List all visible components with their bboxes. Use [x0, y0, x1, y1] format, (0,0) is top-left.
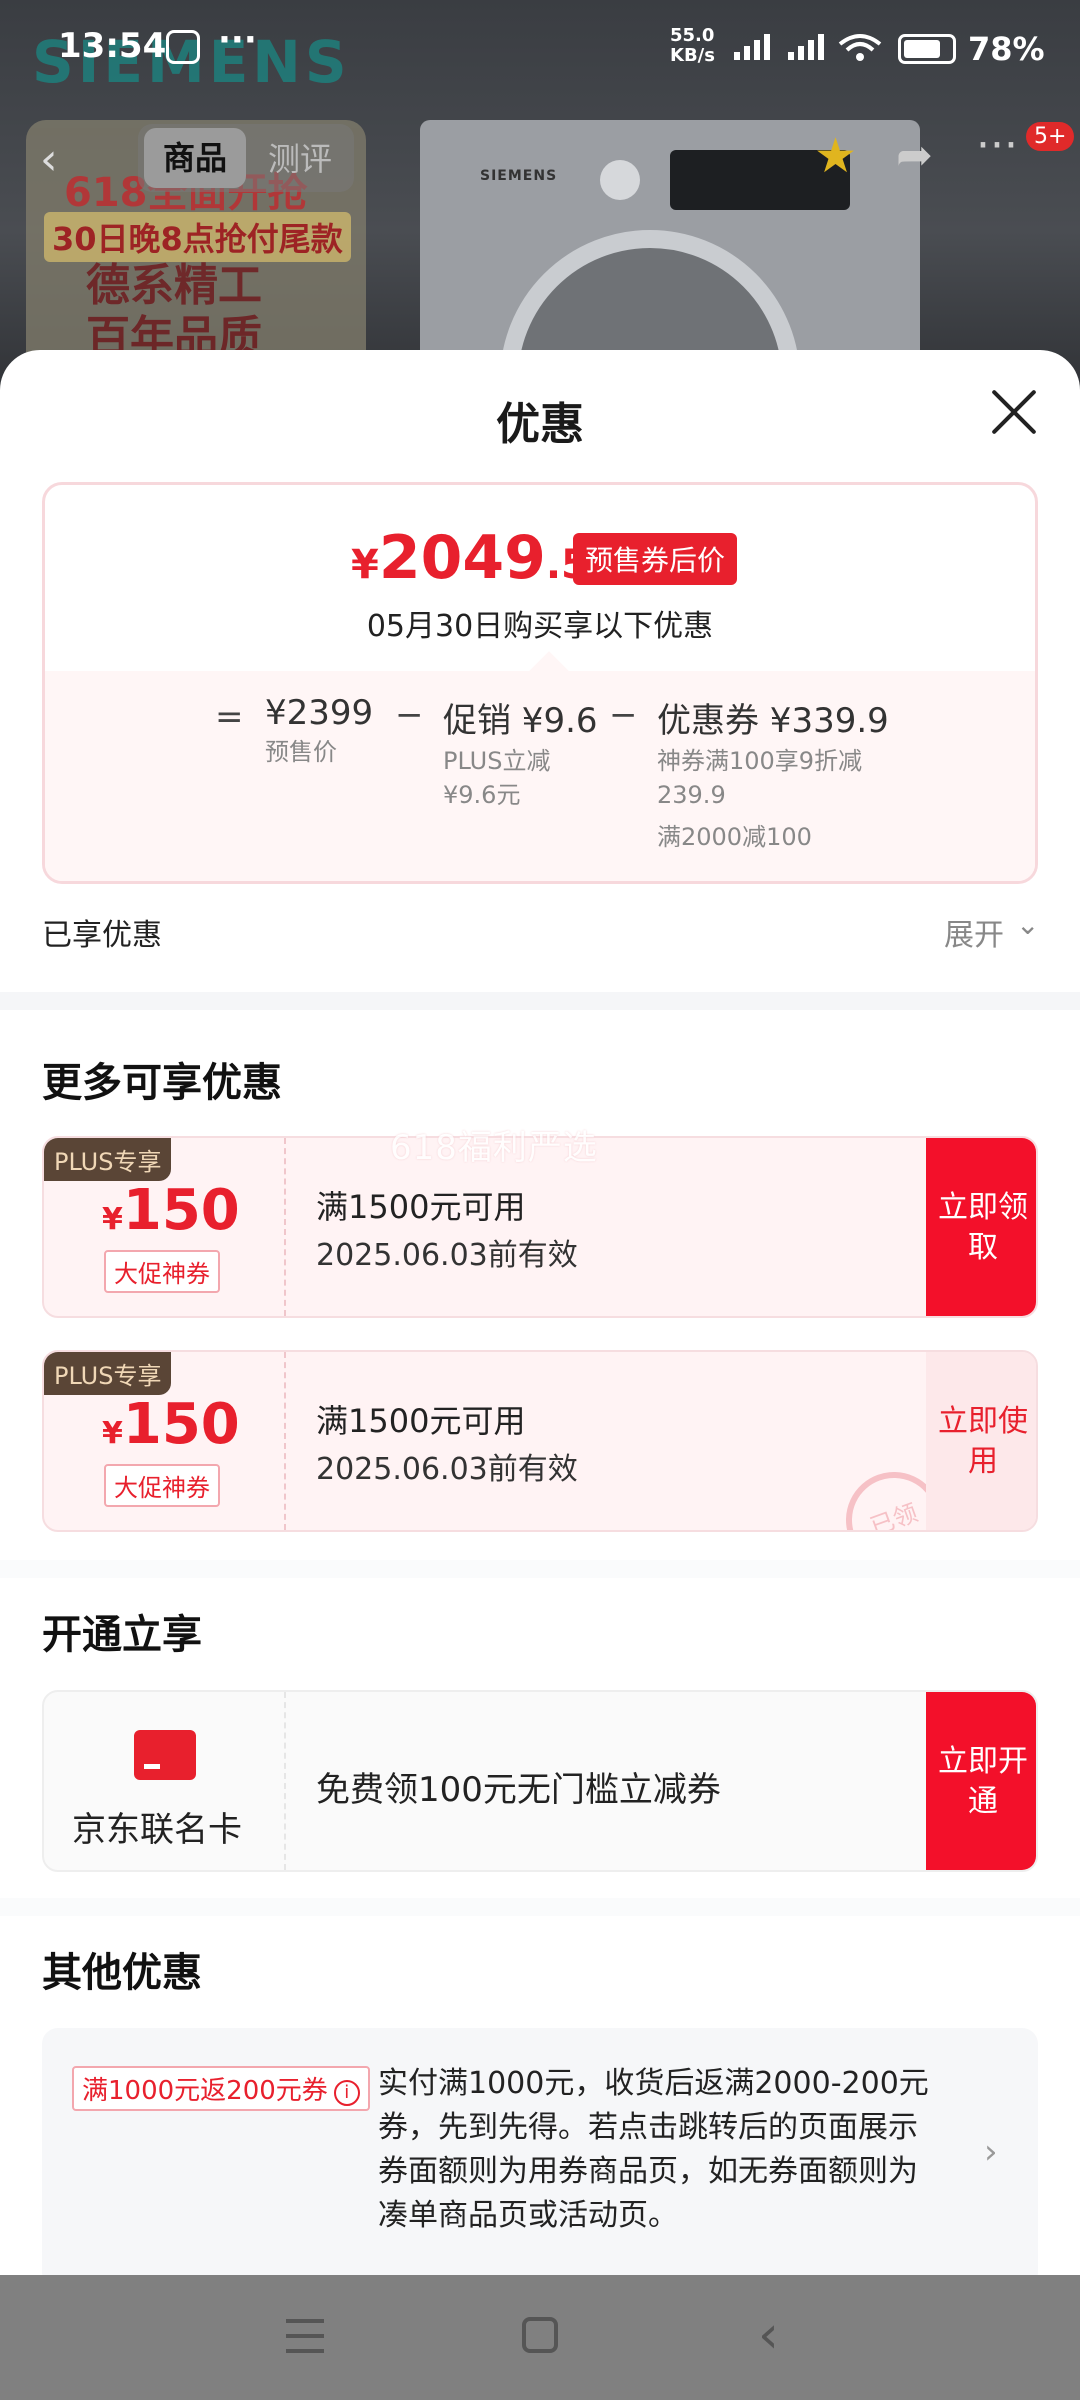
coupon-type-tag: 大促神券	[104, 1464, 220, 1507]
open-offer-title: 开通立享	[42, 1612, 202, 1658]
notification-app-icon	[166, 30, 200, 64]
discount-sheet: 优惠 ¥2049.5 预售券后价 05月30日购买享以下优惠 = ¥2399 预…	[0, 350, 1080, 2275]
status-bar: 13:54 ··· 55.0 KB/s 78%	[0, 20, 1080, 80]
coupon-amount-value: 150	[122, 1178, 240, 1243]
network-speed-value: 55.0	[670, 25, 715, 46]
coupon-card: PLUS专享 ¥150 大促神券 满1500元可用 2025.06.03前有效 …	[42, 1350, 1038, 1532]
promo-desc-1: PLUS立减	[443, 747, 551, 775]
promo-value: 促销 ¥9.6	[443, 701, 598, 741]
chevron-down-icon[interactable]: ⌄	[1016, 908, 1039, 941]
card-name: 京东联名卡	[72, 1810, 242, 1850]
poster-subline: 30日晚8点抢付尾款	[44, 212, 351, 262]
base-price-desc: 预售价	[265, 738, 337, 766]
base-price-value: ¥2399	[265, 693, 374, 733]
card-offer-description: 免费领100元无门槛立减券	[316, 1770, 721, 1810]
price-subtitle: 05月30日购买享以下优惠	[366, 609, 714, 644]
final-price: ¥2049.5	[351, 523, 589, 593]
sheet-title: 优惠	[496, 399, 584, 450]
coupon-condition: 满1500元可用	[316, 1402, 526, 1440]
cashback-description: 实付满1000元，收货后返满2000-200元券，先到先得。若点击跳转后的页面展…	[378, 2066, 929, 2233]
battery-icon	[898, 34, 956, 64]
coupon-expiry: 2025.06.03前有效	[316, 1238, 578, 1273]
chevron-right-icon[interactable]: ›	[984, 2132, 998, 2172]
coupon-value: 优惠券 ¥339.9	[657, 701, 889, 741]
favorite-star-icon[interactable]: ★	[814, 128, 857, 184]
plus-exclusive-badge: PLUS专享	[44, 1138, 172, 1181]
claim-coupon-button[interactable]: 立即领取	[926, 1138, 1036, 1316]
coupon-divider	[284, 1138, 286, 1316]
tab-review[interactable]: 测评	[268, 134, 332, 180]
price-formula: = ¥2399 预售价 − 促销 ¥9.6 PLUS立减 ¥9.6元 − 优惠券…	[45, 671, 1035, 881]
coupon-desc-3: 满2000减100	[657, 823, 812, 851]
coupon-divider	[284, 1352, 286, 1530]
price-summary: ¥2049.5 预售券后价 05月30日购买享以下优惠	[45, 485, 1035, 671]
network-speed-unit: KB/s	[670, 45, 715, 66]
share-icon[interactable]: ➦	[896, 130, 933, 181]
coupon-currency: ¥	[102, 1416, 123, 1451]
promo-watermark: 618福利严选	[390, 1128, 598, 1168]
product-tabs: 商品 测评	[138, 124, 354, 192]
info-icon[interactable]: i	[333, 2080, 360, 2106]
status-more: ···	[218, 20, 257, 60]
credit-card-icon	[134, 1730, 196, 1780]
home-icon[interactable]	[522, 2317, 558, 2353]
wifi-icon	[838, 34, 882, 61]
minus-sign-2: −	[609, 695, 638, 735]
price-breakdown-card: ¥2049.5 预售券后价 05月30日购买享以下优惠 = ¥2399 预售价 …	[42, 482, 1038, 884]
signal-icon-2	[788, 34, 824, 60]
co-branded-card-offer: 京东联名卡 免费领100元无门槛立减券 立即开通	[42, 1690, 1038, 1872]
coupon-amount: ¥150	[102, 1178, 240, 1243]
signal-icon	[734, 34, 770, 60]
network-speed: 55.0 KB/s	[670, 26, 715, 66]
plus-exclusive-badge: PLUS专享	[44, 1352, 172, 1395]
coupon-currency: ¥	[102, 1202, 123, 1237]
product-nav-bar: ‹ 商品 测评 ★ ➦ ··· 5+	[0, 120, 1080, 200]
recent-apps-icon[interactable]	[286, 2319, 324, 2353]
system-nav-bar: ‹	[0, 2275, 1080, 2400]
cashback-tag: 满1000元返200元券 i	[72, 2066, 370, 2111]
promo-desc-2: ¥9.6元	[443, 781, 521, 809]
message-badge: 5+	[1026, 122, 1075, 151]
coupon-amount-value: 150	[122, 1392, 240, 1457]
coupon-desc-2: 239.9	[657, 781, 726, 809]
more-offers-title: 更多可享优惠	[42, 1060, 282, 1106]
promo-col: 促销 ¥9.6 PLUS立减 ¥9.6元	[443, 693, 598, 812]
battery-percent: 78%	[968, 30, 1045, 68]
use-coupon-button[interactable]: 立即使用	[926, 1352, 1036, 1530]
close-icon[interactable]	[988, 386, 1040, 438]
expand-button[interactable]: 展开	[944, 910, 1004, 954]
enjoyed-discounts-label: 已享优惠	[42, 918, 162, 953]
section-divider	[0, 992, 1080, 1010]
more-icon[interactable]: ···	[976, 120, 1018, 171]
poster-slogan-line1: 德系精工	[86, 260, 262, 311]
coupon-condition: 满1500元可用	[316, 1188, 526, 1226]
card-offer-divider	[284, 1692, 286, 1870]
coupon-desc-1: 神券满100享9折减	[657, 747, 863, 775]
equals-sign: =	[215, 697, 244, 737]
price-currency: ¥	[351, 542, 379, 588]
status-time: 13:54	[58, 26, 167, 66]
price-type-tag: 预售券后价	[573, 533, 738, 585]
tab-product[interactable]: 商品	[144, 128, 246, 188]
coupon-col: 优惠券 ¥339.9 神券满100享9折减 239.9 满2000减100	[657, 693, 889, 854]
minus-sign: −	[395, 695, 424, 735]
other-offer-item[interactable]: 满1000元返200元券 i 实付满1000元，收货后返满2000-200元券，先…	[42, 2028, 1038, 2275]
cashback-tag-label: 满1000元返200元券	[82, 2076, 328, 2106]
base-price-col: ¥2399 预售价	[265, 693, 373, 769]
coupon-amount: ¥150	[102, 1392, 240, 1457]
system-back-icon[interactable]: ‹	[758, 2305, 779, 2365]
section-divider	[0, 1560, 1080, 1578]
section-divider	[0, 1898, 1080, 1916]
back-icon[interactable]: ‹	[40, 134, 58, 185]
coupon-expiry: 2025.06.03前有效	[316, 1452, 578, 1487]
price-integer: 2049	[378, 523, 546, 593]
open-card-button[interactable]: 立即开通	[926, 1692, 1036, 1870]
poster-slogan: 德系精工 百年品质	[86, 260, 262, 364]
coupon-type-tag: 大促神券	[104, 1250, 220, 1293]
other-offers-title: 其他优惠	[42, 1950, 202, 1996]
